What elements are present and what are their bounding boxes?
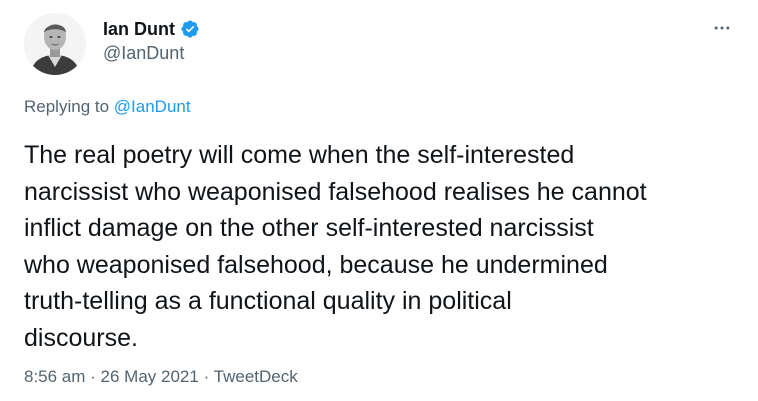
tweet-source[interactable]: TweetDeck <box>214 367 298 386</box>
tweet-metadata: 8:56 am · 26 May 2021 · TweetDeck <box>24 366 298 388</box>
avatar[interactable] <box>24 13 86 75</box>
user-handle[interactable]: @IanDunt <box>103 42 200 64</box>
display-name[interactable]: Ian Dunt <box>103 18 175 40</box>
tweet-time[interactable]: 8:56 am <box>24 367 85 386</box>
tweet-date[interactable]: 26 May 2021 <box>101 367 199 386</box>
name-row: Ian Dunt <box>103 18 200 40</box>
avatar-photo <box>24 13 86 75</box>
reply-prefix: Replying to <box>24 97 114 116</box>
meta-separator-2: · <box>198 367 214 386</box>
author-block: Ian Dunt @IanDunt <box>103 18 200 64</box>
tweet-text: The real poetry will come when the self-… <box>24 141 647 352</box>
verified-badge-icon <box>180 19 200 39</box>
tweet-card: Ian Dunt @IanDunt Replying to @IanDunt T… <box>0 0 758 401</box>
meta-separator: · <box>85 367 101 386</box>
reply-context: Replying to @IanDunt <box>24 96 191 118</box>
more-options-button[interactable] <box>710 16 734 40</box>
reply-mention-link[interactable]: @IanDunt <box>114 97 191 116</box>
more-horizontal-icon <box>714 26 730 30</box>
